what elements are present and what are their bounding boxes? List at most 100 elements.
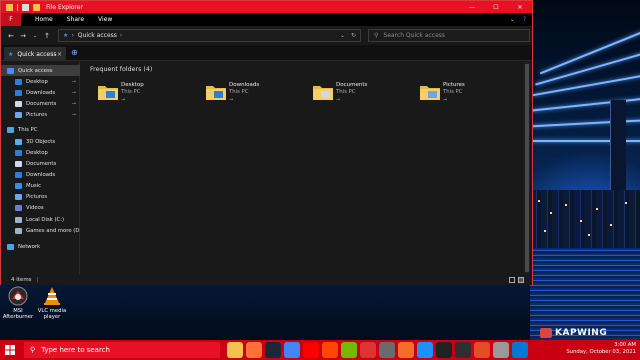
downloads-folder-icon <box>206 86 226 100</box>
file-explorer-icon[interactable] <box>227 342 243 358</box>
folder-name: Downloads <box>229 82 260 88</box>
reddit-icon[interactable] <box>322 342 338 358</box>
address-bar[interactable]: ★ › Quick access › ⌄ ↻ <box>58 29 361 42</box>
sidebar-item[interactable]: Pictures <box>1 191 80 202</box>
download-icon <box>15 89 22 96</box>
steam-icon[interactable] <box>265 342 281 358</box>
sidebar-item-label: 3D Objects <box>26 138 56 145</box>
content-pane: Frequent folders (4) Desktop This PC ⊸ Down… <box>81 62 532 274</box>
title-bar[interactable]: File Explorer — ☐ ✕ <box>1 1 532 13</box>
sidebar-item[interactable]: Quick access <box>1 65 80 76</box>
sidebar-item-label: Documents <box>26 160 57 167</box>
documents-icon <box>15 100 22 107</box>
tab-quick-access[interactable]: ★ Quick access × <box>4 47 66 61</box>
up-button[interactable]: ↑ <box>41 32 53 40</box>
settings-icon[interactable] <box>493 342 509 358</box>
sidebar-item[interactable]: Music <box>1 180 80 191</box>
item-count: 4 items <box>11 276 32 283</box>
sidebar-item-label: Videos <box>26 204 44 211</box>
tab-view[interactable]: View <box>98 16 112 23</box>
start-button[interactable] <box>0 340 20 360</box>
nvidia-icon[interactable] <box>341 342 357 358</box>
folder-location: This PC <box>121 89 141 95</box>
frequent-folder-tile[interactable]: Pictures This PC ⊸ <box>403 82 503 108</box>
help-icon[interactable]: ? <box>523 16 526 23</box>
star-icon: ★ <box>8 50 14 58</box>
notion-icon[interactable] <box>436 342 452 358</box>
forward-button[interactable]: → <box>17 32 29 40</box>
address-path: Quick access <box>77 32 117 39</box>
firefox-icon[interactable] <box>246 342 262 358</box>
close-button[interactable]: ✕ <box>508 1 532 13</box>
sidebar-item[interactable]: Downloads <box>1 169 80 180</box>
pin-icon: ⊸ <box>71 78 76 85</box>
sidebar-item-label: Pictures <box>26 111 47 118</box>
properties-icon[interactable] <box>22 3 29 11</box>
scrollbar[interactable] <box>524 62 530 274</box>
recent-locations-icon[interactable]: ⌄ <box>29 33 41 39</box>
sidebar-item[interactable]: Desktop ⊸ <box>1 76 80 87</box>
system-tray[interactable]: 3:00 AM Sunday, October 03, 2021 <box>548 342 636 356</box>
status-bar: 4 items | <box>1 274 532 285</box>
new-tab-icon[interactable]: ⊕ <box>71 48 78 57</box>
large-icons-view-icon[interactable] <box>518 276 524 283</box>
folder-location: This PC <box>443 89 463 95</box>
minimize-button[interactable]: — <box>460 1 484 13</box>
tab-share[interactable]: Share <box>67 16 84 23</box>
back-button[interactable]: ← <box>5 32 17 40</box>
sidebar-item[interactable]: Desktop <box>1 147 80 158</box>
sidebar-item[interactable]: Documents <box>1 158 80 169</box>
frequent-folder-tile[interactable]: Documents This PC ⊸ <box>296 82 396 108</box>
sidebar-item[interactable]: Local Disk (C:) <box>1 214 80 225</box>
chrome-icon[interactable] <box>284 342 300 358</box>
desktop-icon-msi-afterburner[interactable]: MSI Afterburner <box>0 286 36 328</box>
paint-icon[interactable] <box>474 342 490 358</box>
gamepad-icon[interactable] <box>379 342 395 358</box>
pin-icon: ⊸ <box>443 97 448 103</box>
sidebar-item[interactable]: Network <box>1 241 80 252</box>
desktop-icon-vlc[interactable]: VLC media player <box>34 286 70 328</box>
uplay-icon[interactable] <box>417 342 433 358</box>
frequent-folder-tile[interactable]: Desktop This PC ⊸ <box>81 82 181 108</box>
folder-location: This PC <box>229 89 249 95</box>
sidebar-item[interactable]: Games and more (D:) <box>1 225 80 236</box>
sidebar-item-label: Games and more (D:) <box>26 227 80 234</box>
origin-icon[interactable] <box>398 342 414 358</box>
game-icon[interactable] <box>360 342 376 358</box>
frequent-folder-tile[interactable]: Downloads This PC ⊸ <box>189 82 289 108</box>
pin-icon: ⊸ <box>336 97 341 103</box>
taskbar-search[interactable]: ⚲ Type here to search <box>24 342 220 358</box>
search-icon: ⚲ <box>374 32 379 39</box>
sidebar-item[interactable]: Pictures ⊸ <box>1 109 80 120</box>
separator <box>17 3 18 11</box>
mail-icon[interactable] <box>512 342 528 358</box>
tab-home[interactable]: Home <box>35 16 53 23</box>
navigation-pane: Quick access Desktop ⊸ Downloads ⊸ Documents ⊸… <box>1 62 80 274</box>
expand-ribbon-icon[interactable]: ⌄ <box>510 16 515 23</box>
video-icon <box>15 204 22 211</box>
vlc-icon <box>42 286 62 306</box>
maximize-button[interactable]: ☐ <box>484 1 508 13</box>
folder-name: Desktop <box>121 82 144 88</box>
sidebar-item[interactable]: Documents ⊸ <box>1 98 80 109</box>
close-tab-icon[interactable]: × <box>57 51 62 58</box>
city-skyline <box>530 190 640 250</box>
file-tab[interactable]: F <box>1 13 21 26</box>
refresh-icon[interactable]: ↻ <box>351 32 356 39</box>
window-title: File Explorer <box>46 3 83 11</box>
cube-icon <box>15 138 22 145</box>
chevron-down-icon[interactable]: ⌄ <box>340 32 345 39</box>
section-heading[interactable]: Frequent folders (4) <box>90 66 152 73</box>
chevron-right-icon: › <box>71 32 74 39</box>
sidebar-item[interactable]: Videos <box>1 202 80 213</box>
sidebar-item-label: Documents <box>26 100 57 107</box>
obs-icon[interactable] <box>455 342 471 358</box>
details-view-icon[interactable] <box>509 276 515 283</box>
youtube-icon[interactable] <box>303 342 319 358</box>
documents-folder-icon <box>313 86 333 100</box>
sidebar-item[interactable]: 3D Objects <box>1 136 80 147</box>
new-folder-icon[interactable] <box>33 3 40 11</box>
sidebar-item[interactable]: This PC <box>1 124 80 135</box>
sidebar-item[interactable]: Downloads ⊸ <box>1 87 80 98</box>
search-input[interactable]: ⚲ Search Quick access <box>368 29 530 42</box>
